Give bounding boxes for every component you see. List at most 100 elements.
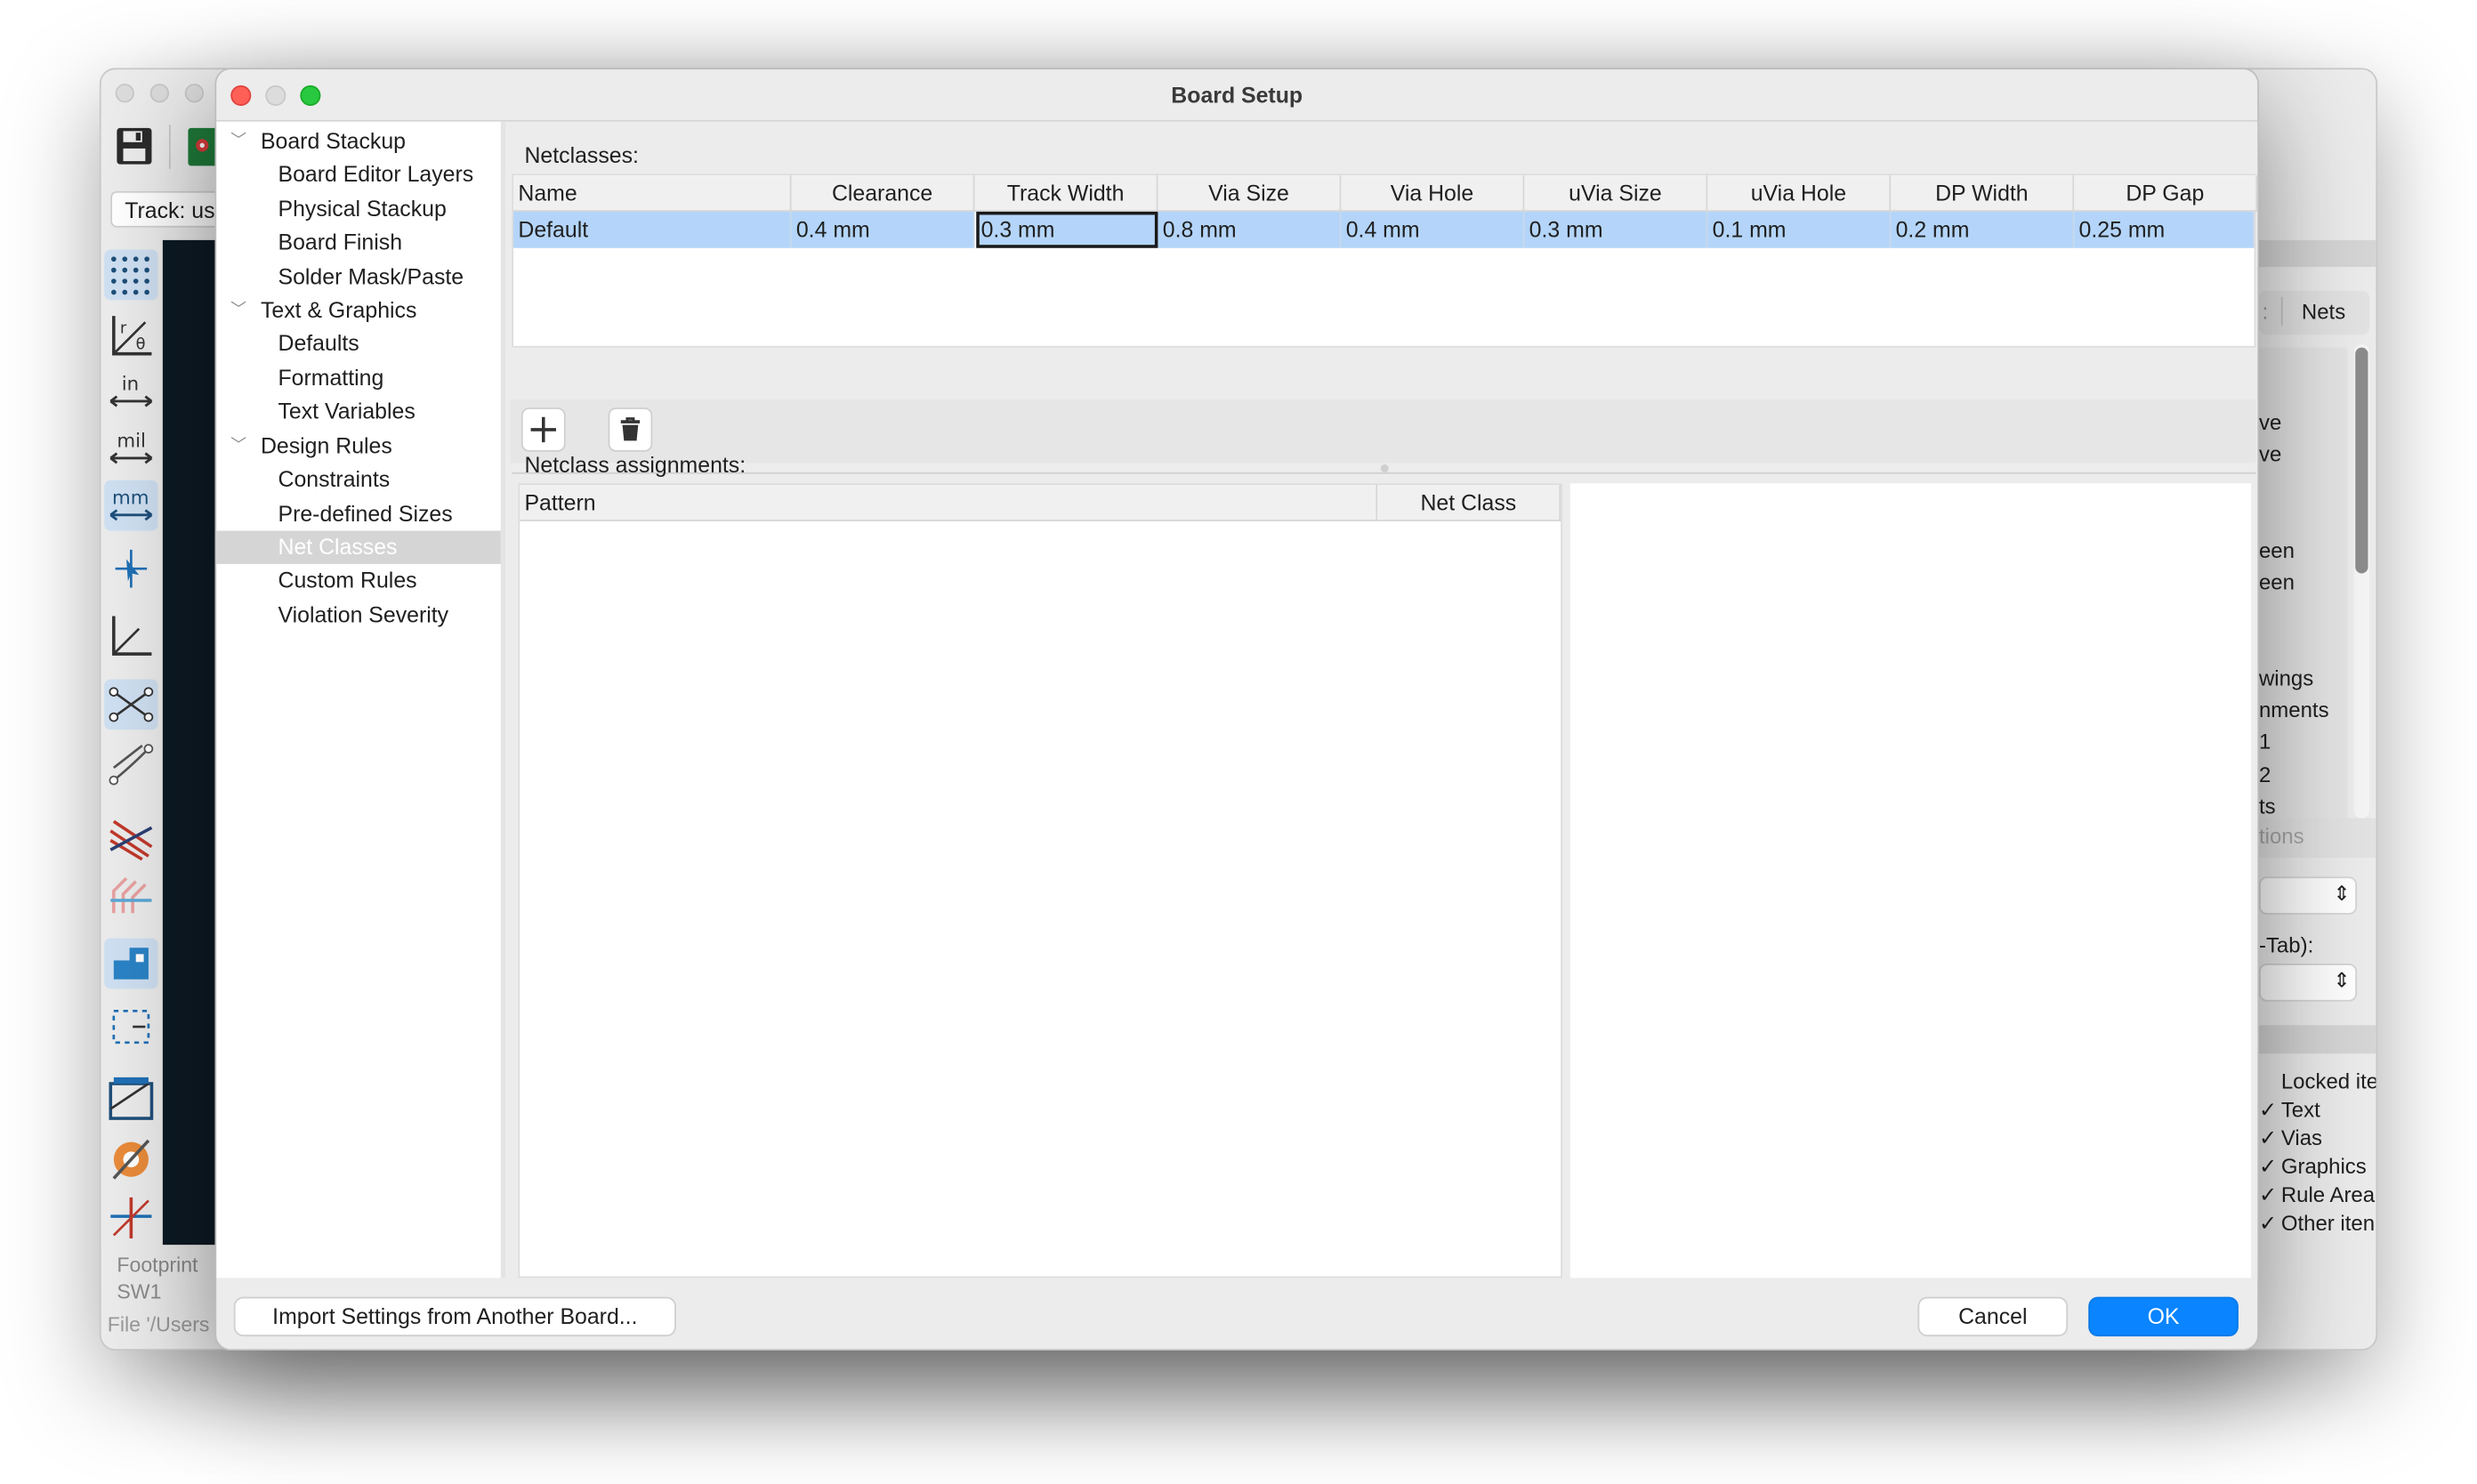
layer-item[interactable]: een <box>2259 570 2295 594</box>
net-highlight-icon[interactable] <box>104 815 157 866</box>
tree-item-text-variables[interactable]: Text Variables <box>216 395 501 428</box>
netclasses-grid[interactable]: Name Clearance Track Width Via Size Via … <box>512 173 2258 348</box>
filter-other[interactable]: ✓ Other iten <box>2259 1210 2376 1238</box>
cell-clearance[interactable]: 0.4 mm <box>791 211 975 248</box>
column-header-via-size[interactable]: Via Size <box>1158 175 1342 212</box>
tree-item-violation-severity[interactable]: Violation Severity <box>216 599 501 632</box>
trash-icon <box>620 417 641 441</box>
tree-item-custom-rules[interactable]: Custom Rules <box>216 564 501 597</box>
filter-graphics[interactable]: ✓ Graphics <box>2259 1153 2376 1182</box>
splitter-handle[interactable] <box>1380 464 1389 472</box>
column-header-dp-gap[interactable]: DP Gap <box>2074 175 2258 212</box>
cell-name[interactable]: Default <box>513 211 792 248</box>
add-netclass-button[interactable] <box>520 407 566 452</box>
tree-item-board-finish[interactable]: Board Finish <box>216 226 501 259</box>
layer-item[interactable]: een <box>2259 538 2295 562</box>
layer-item[interactable]: ts <box>2259 794 2276 819</box>
cancel-button[interactable]: Cancel <box>1917 1296 2069 1337</box>
layer-item[interactable]: 2 <box>2259 763 2271 787</box>
cell-uvia-hole[interactable]: 0.1 mm <box>1707 211 1892 248</box>
cell-dp-gap[interactable]: 0.25 mm <box>2074 211 2255 248</box>
cell-dp-width[interactable]: 0.2 mm <box>1891 211 2075 248</box>
ratsnest-icon[interactable] <box>104 679 158 730</box>
tree-item-label: Board Finish <box>278 229 403 254</box>
tab-layers-partial[interactable]: : <box>2263 300 2269 324</box>
layer-item[interactable]: nments <box>2259 698 2329 722</box>
cell-track-width[interactable]: 0.3 mm <box>976 211 1158 248</box>
tree-item-predefined-sizes[interactable]: Pre-defined Sizes <box>216 497 501 530</box>
select-arrows-icon: ⇕ <box>2333 968 2351 993</box>
board-icon[interactable] <box>104 1074 157 1125</box>
tab-nets[interactable]: Nets <box>2302 300 2345 324</box>
window-zoom-button[interactable] <box>184 84 205 103</box>
grid-icon[interactable] <box>104 249 158 301</box>
tree-item-constraints[interactable]: Constraints <box>216 463 501 496</box>
axis-icon[interactable] <box>104 609 157 660</box>
pad-icon[interactable] <box>104 938 158 989</box>
save-icon[interactable] <box>116 125 157 169</box>
tree-item-formatting[interactable]: Formatting <box>216 362 501 395</box>
tree-item-defaults[interactable]: Defaults <box>216 327 501 360</box>
window-minimize-button[interactable] <box>149 84 169 103</box>
preset-select[interactable]: ⇕ <box>2258 876 2358 915</box>
footprint-info: Footprint SW1 <box>117 1251 198 1304</box>
filter-label: Graphics <box>2280 1154 2367 1179</box>
window-close-button[interactable] <box>115 84 134 103</box>
assignments-grid[interactable]: Pattern Net Class <box>518 483 1562 1278</box>
mm-units-icon[interactable]: mm <box>104 480 158 531</box>
tree-item-board-stackup[interactable]: ﹀ Board Stackup <box>216 125 501 157</box>
polar-coords-icon[interactable]: rθ <box>104 310 157 360</box>
layer-item[interactable]: 1 <box>2259 730 2271 754</box>
column-header-dp-width[interactable]: DP Width <box>1891 175 2075 212</box>
curved-ratsnest-icon[interactable] <box>104 739 157 790</box>
cell-via-size[interactable]: 0.8 mm <box>1158 211 1342 248</box>
cell-via-hole[interactable]: 0.4 mm <box>1341 211 1525 248</box>
import-settings-button[interactable]: Import Settings from Another Board... <box>233 1296 676 1337</box>
column-header-clearance[interactable]: Clearance <box>791 175 975 212</box>
column-header-net-class[interactable]: Net Class <box>1377 485 1561 521</box>
tree-item-solder-mask-paste[interactable]: Solder Mask/Paste <box>216 261 501 294</box>
filter-label: Vias <box>2280 1125 2323 1150</box>
panel-splitter[interactable] <box>512 472 2256 474</box>
filter-rule-areas[interactable]: ✓ Rule Area <box>2258 1182 2376 1210</box>
mil-units-icon[interactable]: mil <box>104 423 157 474</box>
layer-item[interactable]: ve <box>2259 442 2281 466</box>
delete-netclass-button[interactable] <box>608 407 653 452</box>
crosshair-icon[interactable] <box>104 1191 157 1242</box>
column-header-uvia-size[interactable]: uVia Size <box>1524 175 1708 212</box>
chevron-down-icon[interactable]: ﹀ <box>230 125 246 157</box>
tree-item-design-rules[interactable]: ﹀ Design Rules <box>216 430 501 463</box>
column-header-uvia-hole[interactable]: uVia Hole <box>1707 175 1892 212</box>
checkmark-icon: ✓ <box>2258 1182 2278 1207</box>
tree-item-label: Violation Severity <box>278 601 449 627</box>
cell-uvia-size[interactable]: 0.3 mm <box>1524 211 1708 248</box>
pcb-canvas[interactable] <box>162 239 220 1246</box>
cursor-icon[interactable] <box>104 544 157 594</box>
ok-button[interactable]: OK <box>2088 1296 2239 1337</box>
tree-item-text-graphics[interactable]: ﹀ Text & Graphics <box>216 294 501 327</box>
layer-item[interactable]: ve <box>2259 411 2281 435</box>
selection-icon[interactable] <box>104 1002 157 1053</box>
assignments-preview <box>1569 483 2252 1278</box>
layer-display-options[interactable]: tions <box>2259 825 2304 849</box>
column-header-track-width[interactable]: Track Width <box>974 175 1158 212</box>
track-icon[interactable] <box>104 869 157 920</box>
filter-text[interactable]: ✓ Text <box>2259 1096 2376 1125</box>
chevron-down-icon[interactable]: ﹀ <box>230 294 246 327</box>
column-header-pattern[interactable]: Pattern <box>520 485 1378 521</box>
tree-item-label: Formatting <box>278 365 384 391</box>
tree-item-net-classes[interactable]: Net Classes <box>216 530 501 564</box>
column-header-via-hole[interactable]: Via Hole <box>1341 175 1525 212</box>
via-icon[interactable] <box>104 1134 157 1185</box>
filter-vias[interactable]: ✓ Vias <box>2259 1125 2376 1153</box>
viewport-select[interactable]: ⇕ <box>2258 964 2358 1002</box>
tree-item-label: Design Rules <box>260 432 392 458</box>
inch-units-icon[interactable]: in <box>104 367 157 417</box>
chevron-down-icon[interactable]: ﹀ <box>230 430 246 463</box>
filter-locked[interactable]: ​Locked ite <box>2259 1068 2376 1096</box>
tree-item-physical-stackup[interactable]: Physical Stackup <box>216 193 501 226</box>
column-header-name[interactable]: Name <box>513 175 792 212</box>
layer-item[interactable]: wings <box>2259 666 2313 690</box>
panel-scrollbar[interactable] <box>2355 347 2368 574</box>
tree-item-board-editor-layers[interactable]: Board Editor Layers <box>216 158 501 191</box>
